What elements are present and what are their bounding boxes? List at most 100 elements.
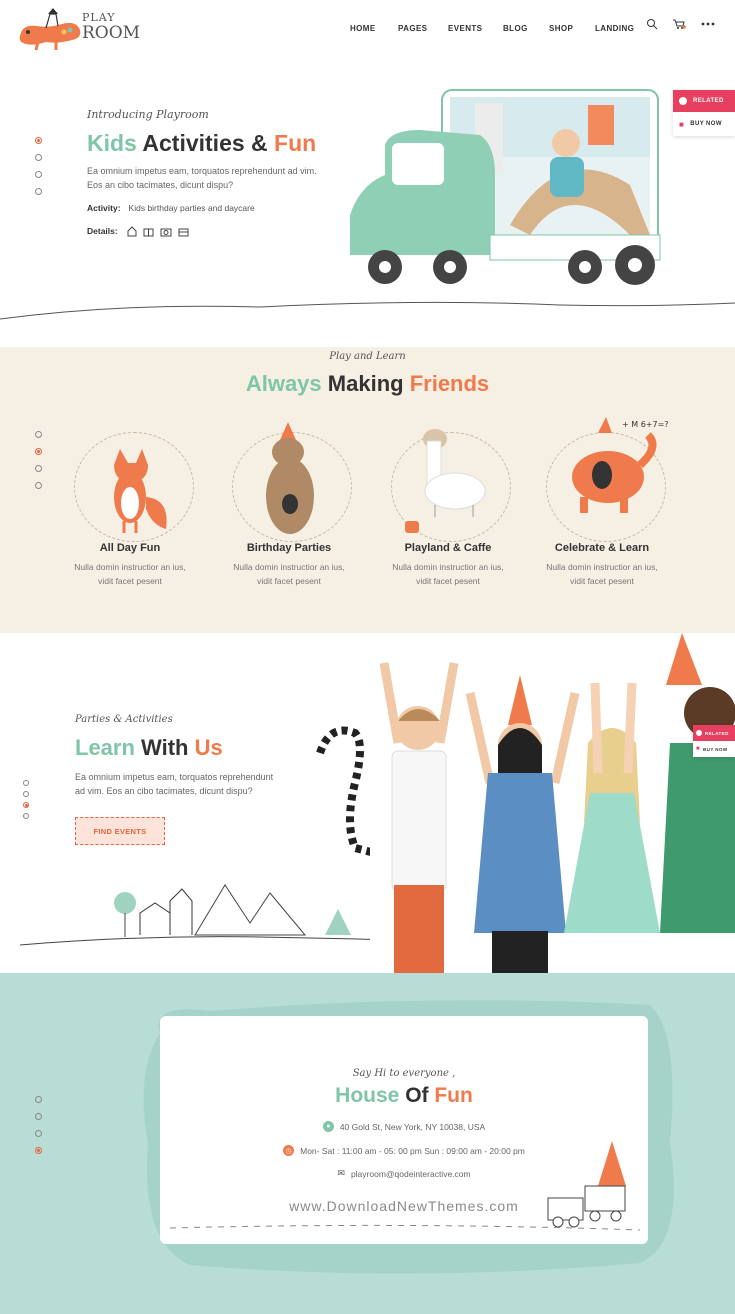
buy-now-button[interactable]: ■ BUY NOW [673, 112, 735, 136]
feature-celebrate-learn: Celebrate & Learn Nulla domin instructio… [527, 542, 677, 588]
nav-shop[interactable]: SHOP [549, 20, 573, 37]
contact-card: Say Hi to everyone , House Of Fun ● 40 G… [160, 1016, 648, 1244]
feature-text: Nulla domin instructior an ius, vidit fac… [74, 562, 186, 586]
contact-section: Say Hi to everyone , House Of Fun ● 40 G… [0, 973, 735, 1314]
slider-dot[interactable] [35, 171, 42, 178]
contact-subtitle: Say Hi to everyone , [352, 1068, 456, 1079]
slider-dot[interactable] [35, 1096, 42, 1103]
logo-text[interactable]: PLAY ROOM [82, 12, 140, 42]
learn-title-part2: With [141, 735, 189, 760]
email-text[interactable]: playroom@qodeinteractive.com [351, 1169, 471, 1179]
contact-title-part1: House [335, 1084, 400, 1107]
contact-title-part2: Of [405, 1084, 429, 1107]
learn-section: Parties & Activities Learn With Us Ea om… [0, 633, 735, 973]
slider-dots-friends [35, 431, 42, 489]
gift-icon [143, 228, 154, 237]
present-icon [178, 228, 189, 237]
related-label: RELATED [705, 730, 729, 736]
kids-photo [370, 633, 735, 973]
friends-title-part2: Making [327, 371, 404, 396]
slider-dots-learn [23, 780, 29, 819]
slider-dot[interactable] [35, 1147, 42, 1154]
feature-text: Nulla domin instructior an ius, vidit fac… [546, 562, 658, 586]
hero-ground-line [0, 301, 735, 320]
slider-dot[interactable] [35, 154, 42, 161]
related-button[interactable]: RELATED [673, 90, 735, 112]
details-icons [127, 226, 189, 237]
slider-dot[interactable] [35, 431, 42, 438]
hero-activity: Activity: Kids birthday parties and dayc… [87, 203, 255, 213]
hero-title-part1: Kids [87, 130, 137, 156]
feature-title: All Day Fun [99, 542, 161, 554]
mail-icon: ✉ [337, 1168, 345, 1178]
slider-dot[interactable] [35, 188, 42, 195]
slider-dots-contact [35, 1096, 42, 1154]
feature-birthday-parties: Birthday Parties Nulla domin instructior… [214, 542, 364, 588]
feature-playland-caffe: Playland & Caffe Nulla domin instructior… [373, 542, 523, 588]
friends-section: Play and Learn Always Making Friends + M [0, 347, 735, 633]
slider-dot[interactable] [35, 1113, 42, 1120]
search-icon[interactable] [646, 18, 658, 30]
contact-title-part3: Fun [434, 1084, 473, 1107]
learn-subtitle: Parties & Activities [75, 714, 173, 725]
nav-events[interactable]: EVENTS [448, 20, 482, 37]
hours-text: Mon- Sat : 11:00 am - 05: 00 pm Sun : 09… [300, 1145, 525, 1156]
slider-dot[interactable] [23, 802, 29, 808]
nav-pages[interactable]: PAGES [398, 20, 427, 37]
friends-subtitle: Play and Learn [329, 351, 406, 362]
slider-dot[interactable] [35, 482, 42, 489]
related-icon [696, 730, 702, 736]
learn-title: Learn With Us [75, 735, 223, 761]
slider-dot[interactable] [23, 780, 29, 786]
llama-icon [405, 429, 486, 533]
find-events-button[interactable]: FIND EVENTS [75, 817, 165, 845]
hero-description: Ea omnium impetus eam, torquatos reprehe… [87, 166, 317, 190]
feature-all-day-fun: All Day Fun Nulla domin instructior an i… [55, 542, 205, 588]
feature-title: Playland & Caffe [404, 542, 492, 554]
camera-icon [160, 228, 172, 237]
side-widget-small: RELATED ■ BUY NOW [693, 725, 735, 757]
related-icon [679, 97, 687, 105]
side-widget: RELATED ■ BUY NOW [673, 90, 735, 136]
elephant-icon: + M 6+7=? [572, 417, 669, 513]
slider-dot[interactable] [35, 448, 42, 455]
location-icon: ● [322, 1121, 334, 1132]
logo-dragon-icon[interactable] [16, 6, 86, 52]
cart-icon[interactable] [672, 18, 686, 30]
friends-title-part3: Friends [409, 371, 490, 396]
hero-intro: Introducing Playroom [87, 108, 209, 121]
clock-icon: ◷ [283, 1145, 295, 1156]
cart-small-icon: ■ [696, 746, 701, 752]
friends-title: Always Making Friends [0, 371, 735, 397]
hero-title-part3: Fun [274, 130, 317, 156]
buy-now-button-small[interactable]: ■ BUY NOW [693, 741, 735, 757]
svg-text:+ M 6+7=?: + M 6+7=? [622, 420, 669, 429]
slider-dots-hero [35, 137, 42, 195]
address-text: 40 Gold St, New York, NY 10038, USA [339, 1121, 486, 1132]
slider-dot[interactable] [35, 465, 42, 472]
slider-dot[interactable] [35, 137, 42, 144]
nav-blog[interactable]: BLOG [503, 20, 528, 37]
slider-dot[interactable] [35, 1130, 42, 1137]
hero-details: Details: [87, 225, 201, 237]
friends-title-part1: Always [245, 371, 322, 396]
nav-landing[interactable]: LANDING [595, 20, 634, 37]
header-icons [646, 18, 716, 30]
activity-value: Kids birthday parties and daycare [128, 203, 255, 213]
hero-title: Kids Activities & Fun [87, 130, 316, 157]
feature-title: Celebrate & Learn [554, 542, 650, 554]
cart-small-icon: ■ [679, 119, 685, 129]
learn-description: Ea omnium impetus eam, torquatos reprehe… [75, 772, 274, 796]
logo-line1: PLAY [82, 11, 116, 24]
slider-dot[interactable] [23, 791, 29, 797]
buy-now-label: BUY NOW [703, 746, 728, 752]
details-label: Details: [87, 226, 118, 236]
fox-icon [114, 449, 167, 533]
nav-home[interactable]: HOME [350, 17, 376, 40]
related-button-small[interactable]: RELATED [693, 725, 735, 741]
learn-title-part3: Us [194, 735, 223, 760]
address-row: ● 40 Gold St, New York, NY 10038, USA [160, 1121, 648, 1132]
more-icon[interactable] [700, 18, 716, 30]
slider-dot[interactable] [23, 813, 29, 819]
header: PLAY ROOM HOME PAGES EVENTS BLOG SHOP LA… [0, 0, 735, 58]
